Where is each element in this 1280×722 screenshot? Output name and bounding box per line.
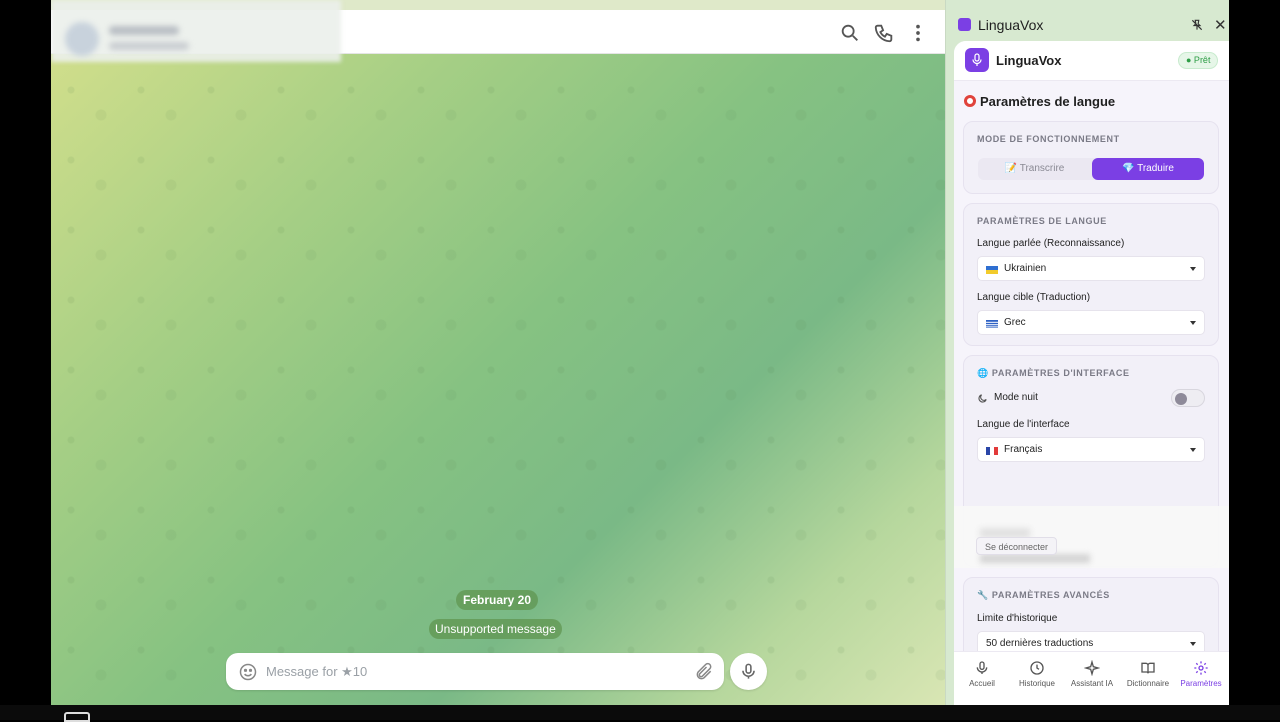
france-flag-icon [986,447,998,455]
microphone-icon [742,663,755,679]
night-mode-toggle[interactable] [1171,389,1205,407]
spoken-language-select[interactable]: Ukrainien [977,256,1205,281]
screen-border-right [1229,0,1280,720]
clock-icon [1030,661,1044,675]
mode-switch: 📝 Transcrire 💎 Traduire [978,158,1204,180]
redacted-peer-name [109,26,179,35]
nav-ai-assistant-label: Assistant IA [1070,679,1114,688]
interface-card-label: 🌐 PARAMÈTRES D'INTERFACE [977,368,1130,378]
gear-icon [1194,661,1208,675]
screen-border-bottom [0,705,1280,720]
status-badge: ● Prêt [1178,52,1219,69]
page-title-text: Paramètres de langue [980,94,1116,109]
ukraine-flag-icon [986,266,998,274]
nav-dictionary[interactable]: Dictionnaire [1120,660,1176,688]
app-name: LinguaVox [996,53,1062,68]
translate-mode-button[interactable]: 💎 Traduire [1092,158,1204,180]
redacted-peer-status [109,42,189,50]
chevron-down-icon [1190,267,1196,271]
nav-settings-label: Paramètres [1180,679,1222,688]
chevron-down-icon [1190,448,1196,452]
system-message: Unsupported message [429,619,562,639]
chat-area: February 20 Unsupported message [51,0,945,705]
interface-language-label: Langue de l'interface [977,419,1070,430]
panel-window-title: LinguaVox [978,17,1044,33]
unpin-icon[interactable] [1190,18,1204,32]
message-input[interactable] [266,653,676,690]
language-card-label: PARAMÈTRES DE LANGUE [977,216,1107,226]
screen-border-left [0,0,51,720]
taskbar-window-icon[interactable] [64,712,90,722]
nav-history[interactable]: Historique [1009,660,1065,688]
mode-card-label: MODE DE FONCTIONNEMENT [977,134,1120,144]
close-panel-button[interactable]: ✕ [1214,16,1227,34]
interface-language-select[interactable]: Français [977,437,1205,462]
history-limit-label: Limite d'historique [977,613,1058,624]
target-language-value: Grec [1004,317,1026,328]
transcribe-mode-button[interactable]: 📝 Transcrire [978,158,1091,180]
chevron-down-icon [1190,321,1196,325]
book-icon [1141,662,1155,674]
toggle-knob [1175,393,1187,405]
language-settings-card: PARAMÈTRES DE LANGUE Langue parlée (Reco… [963,203,1219,346]
target-icon [964,95,976,107]
greece-flag-icon [986,320,998,328]
logout-button[interactable]: Se déconnecter [976,537,1058,555]
search-icon[interactable] [839,22,861,44]
nav-history-label: Historique [1018,679,1055,688]
chat-header [51,0,945,62]
attach-icon[interactable] [694,662,714,682]
advanced-card-label: 🔧 PARAMÈTRES AVANCÉS [977,590,1110,600]
target-language-select[interactable]: Grec [977,310,1205,335]
spoken-language-value: Ukrainien [1004,263,1047,274]
spoken-language-label: Langue parlée (Reconnaissance) [977,238,1125,249]
nav-ai-assistant[interactable]: Assistant IA [1064,660,1120,688]
microphone-icon [972,53,982,66]
mode-card: MODE DE FONCTIONNEMENT 📝 Transcrire 💎 Tr… [963,121,1219,194]
more-vertical-icon[interactable] [907,22,929,44]
mic-icon [976,661,988,674]
nav-settings[interactable]: Paramètres [1173,660,1229,688]
interface-language-value: Français [1004,444,1043,455]
linguavox-logo-icon [958,18,971,31]
phone-icon[interactable] [873,22,895,44]
app-logo [965,48,989,72]
nav-dictionary-label: Dictionnaire [1126,679,1170,688]
bottom-navigation: Accueil Historique Assistant IA Dictionn… [954,651,1229,705]
emoji-icon[interactable] [238,662,258,682]
nav-home-label: Accueil [969,679,995,688]
voice-record-button[interactable] [730,653,767,690]
linguavox-side-panel: LinguaVox ✕ LinguaVox ● Prêt Paramètres … [945,0,1229,705]
app-header: LinguaVox ● Prêt [954,41,1229,81]
history-limit-value: 50 dernières traductions [986,638,1094,649]
nav-home[interactable]: Accueil [954,660,1010,688]
moon-icon [978,394,987,403]
night-mode-label: Mode nuit [994,392,1038,403]
target-language-label: Langue cible (Traduction) [977,292,1091,303]
date-separator: February 20 [456,590,539,610]
message-composer [226,653,724,690]
chevron-down-icon [1190,642,1196,646]
linguavox-app: LinguaVox ● Prêt Paramètres de langue MO… [954,41,1229,705]
page-title: Paramètres de langue [964,94,1115,109]
avatar[interactable] [65,22,99,56]
sparkle-icon [1084,660,1100,676]
